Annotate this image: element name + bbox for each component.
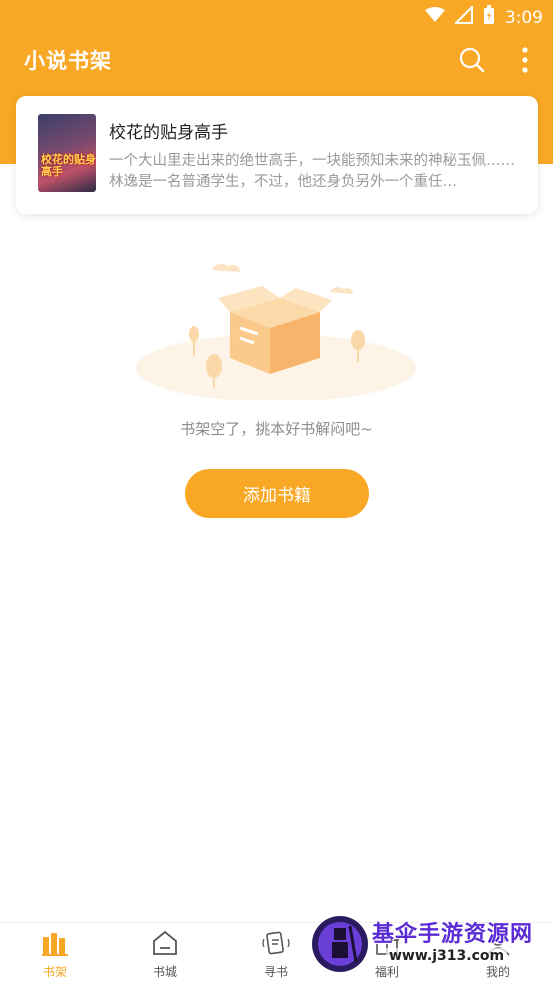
home-icon	[151, 929, 179, 957]
search-icon[interactable]	[456, 44, 488, 76]
tab-bookshelf[interactable]: 书架	[0, 923, 110, 984]
recommended-book-card[interactable]: 校花的贴身高手 校花的贴身高手 一个大山里走出来的绝世高手，一块能预知未来的神秘…	[16, 96, 538, 214]
watermark: 基伞手游资源网 www.j313.com	[308, 908, 553, 983]
tab-label: 书架	[42, 965, 67, 979]
more-menu-icon[interactable]	[509, 44, 541, 76]
shake-cards-icon	[262, 929, 290, 957]
book-title: 校花的贴身高手	[109, 123, 228, 143]
watermark-url: www.j313.com	[386, 948, 508, 964]
battery-icon	[483, 5, 495, 30]
watermark-logo-icon	[312, 916, 368, 972]
status-time: 3:09	[504, 7, 543, 28]
signal-icon	[453, 4, 473, 29]
tab-label: 书城	[152, 965, 177, 979]
app-bar: 小说书架	[0, 32, 553, 88]
wifi-icon	[424, 7, 445, 28]
watermark-text: 基伞手游资源网	[372, 922, 534, 947]
empty-box-illustration	[130, 250, 423, 402]
bookshelf-icon	[41, 929, 69, 957]
tab-bookstore[interactable]: 书城	[110, 923, 220, 984]
book-description: 一个大山里走出来的绝世高手，一块能预知未来的神秘玉佩……林逸是一名普通学生，不过…	[109, 153, 515, 190]
status-bar: 3:09	[0, 0, 553, 32]
book-cover-title: 校花的贴身高手	[41, 153, 96, 178]
book-cover: 校花的贴身高手	[38, 114, 96, 192]
app-title: 小说书架	[24, 48, 112, 73]
add-books-button[interactable]: 添加书籍	[185, 469, 369, 518]
empty-shelf-message: 书架空了，挑本好书解闷吧~	[180, 420, 373, 438]
